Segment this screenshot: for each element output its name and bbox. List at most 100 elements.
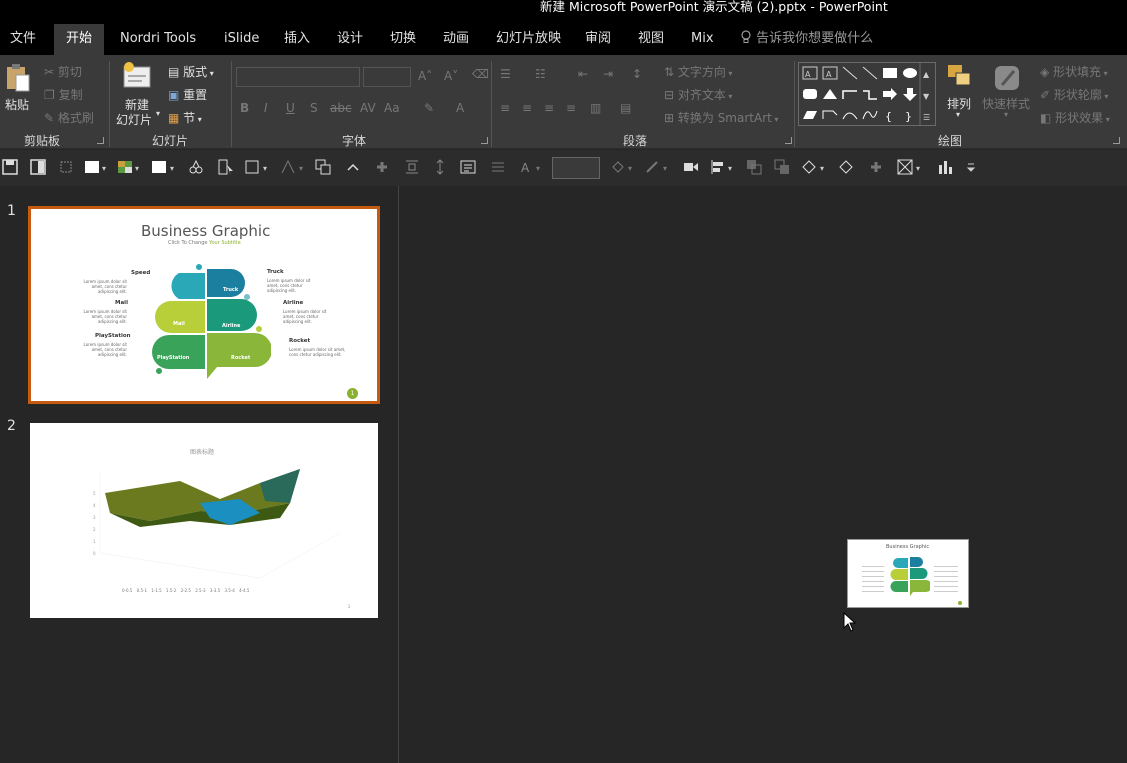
bring-forward-icon[interactable] xyxy=(746,159,762,175)
align-objects-icon[interactable]: ▾ xyxy=(710,159,738,175)
slide-editing-canvas[interactable]: Business Graphic xyxy=(400,186,1127,763)
video-icon[interactable] xyxy=(683,159,699,175)
section-button[interactable]: ▦ 节 ▾ xyxy=(168,109,202,126)
shape-outline-label: 形状轮廓 xyxy=(1053,88,1102,102)
collapse-up-icon[interactable] xyxy=(345,159,361,175)
tab-slideshow[interactable]: 幻灯片放映 xyxy=(496,24,561,55)
outline-quick-icon[interactable]: ▾ xyxy=(645,159,673,175)
tab-mix[interactable]: Mix xyxy=(691,24,714,55)
eyedropper-icon[interactable] xyxy=(188,159,204,175)
crop-icon[interactable] xyxy=(58,159,74,175)
select-pane-icon[interactable] xyxy=(218,159,234,175)
quick-styles-button[interactable]: 快速样式 ▾ xyxy=(982,63,1036,127)
change-case-icon[interactable]: Aa xyxy=(384,101,400,115)
clear-format-icon[interactable]: ⌫ xyxy=(472,67,489,81)
picture-effects-icon[interactable]: ▾ xyxy=(897,159,927,175)
cut-button[interactable]: ✂ 剪切 xyxy=(44,63,82,80)
align-text-button[interactable]: ⊟ 对齐文本 ▾ xyxy=(664,86,732,103)
font-color-quick-icon[interactable]: A ▾ xyxy=(520,159,546,175)
tab-view[interactable]: 视图 xyxy=(638,24,664,55)
align-left-icon[interactable]: ≡ xyxy=(500,101,510,115)
paragraph-launcher-icon[interactable] xyxy=(785,137,792,144)
tab-home[interactable]: 开始 xyxy=(54,24,105,55)
shape-outline-button[interactable]: ✐ 形状轮廓 ▾ xyxy=(1040,86,1108,103)
shapes-gallery[interactable]: A A { } ▲ ▼ ☰ xyxy=(798,62,936,126)
align-center-icon[interactable]: ≡ xyxy=(522,101,532,115)
copy-button[interactable]: ❐ 复制 xyxy=(44,86,83,103)
font-launcher-icon[interactable] xyxy=(481,137,488,144)
font-name-select[interactable] xyxy=(236,67,360,87)
align-quick-icon[interactable]: ▾ xyxy=(280,159,308,175)
shape-fill-button[interactable]: ◈ 形状填充 ▾ xyxy=(1040,63,1108,80)
paste-button[interactable]: 粘贴 xyxy=(4,63,34,123)
dragged-slide-preview[interactable]: Business Graphic xyxy=(847,539,969,608)
strikethrough-icon[interactable]: abc xyxy=(330,101,352,115)
slide-thumbnail-2[interactable]: 图表标题 0 1 2 3 4 5 0-0.5 0.5-1 1-1.5 1.5-2 2-2.… xyxy=(30,423,378,618)
shape-fill-quick-icon[interactable]: ▾ xyxy=(84,159,110,175)
dropdown-arrow-icon: ▾ xyxy=(956,110,961,119)
distribute-vertical-icon[interactable] xyxy=(404,159,420,175)
new-slide-button[interactable]: 新建 幻灯片 ▾ xyxy=(116,61,162,127)
dropdown-arrow-icon: ▾ xyxy=(1103,115,1110,124)
numbering-icon[interactable]: ☷ xyxy=(535,67,546,81)
highlight-icon[interactable]: ✎ xyxy=(424,101,434,115)
arrange-button[interactable]: 排列 ▾ xyxy=(942,63,978,127)
merge-shapes-icon[interactable]: ▾ xyxy=(800,159,830,175)
align-right-icon[interactable]: ≡ xyxy=(544,101,554,115)
color-fill-quick-icon[interactable]: ▾ xyxy=(117,159,143,175)
distributed-icon[interactable]: ▥ xyxy=(590,101,601,115)
font-size-select[interactable] xyxy=(363,67,411,87)
font-color-icon[interactable]: A xyxy=(456,101,464,115)
italic-icon[interactable]: I xyxy=(264,101,268,115)
justify-icon[interactable]: ≡ xyxy=(566,101,576,115)
decrease-indent-icon[interactable]: ⇤ xyxy=(578,67,588,81)
char-spacing-icon[interactable]: AV xyxy=(360,101,376,115)
puzzle-disabled-icon[interactable] xyxy=(868,159,884,175)
tab-design[interactable]: 设计 xyxy=(337,24,363,55)
underline-icon[interactable]: U xyxy=(286,101,295,115)
shadow-icon[interactable]: S xyxy=(310,101,318,115)
font-shrink-icon[interactable]: A˅ xyxy=(444,69,458,83)
line-spacing-icon[interactable]: ↕ xyxy=(632,67,642,81)
reset-button[interactable]: ▣ 重置 xyxy=(168,86,207,103)
send-backward-icon[interactable] xyxy=(774,159,790,175)
font-grow-icon[interactable]: A˄ xyxy=(418,69,432,83)
tab-transitions[interactable]: 切换 xyxy=(390,24,416,55)
columns-icon[interactable]: ▤ xyxy=(620,101,631,115)
slide-thumbnail-1[interactable]: Business Graphic Click To Change Your Su… xyxy=(28,206,380,404)
layout-view-icon[interactable] xyxy=(30,159,46,175)
align-text-quick-icon[interactable] xyxy=(490,159,506,175)
tab-animations[interactable]: 动画 xyxy=(443,24,469,55)
tab-nordri-tools[interactable]: Nordri Tools xyxy=(120,24,196,55)
chart-icon[interactable] xyxy=(937,159,953,175)
drawing-launcher-icon[interactable] xyxy=(1113,137,1120,144)
bullets-icon[interactable]: ☰ xyxy=(500,67,511,81)
leaf-label-truck: Truck xyxy=(223,287,239,293)
text-box-icon[interactable] xyxy=(460,159,476,175)
tab-review[interactable]: 审阅 xyxy=(585,24,611,55)
vertical-spacing-icon[interactable] xyxy=(432,159,448,175)
preview-text-lines xyxy=(934,562,958,592)
smartart-button[interactable]: ⊞ 转换为 SmartArt ▾ xyxy=(664,109,778,126)
clipboard-launcher-icon[interactable] xyxy=(97,137,104,144)
group-objects-icon[interactable] xyxy=(315,159,331,175)
increase-indent-icon[interactable]: ⇥ xyxy=(603,67,613,81)
fill-bucket-quick-icon[interactable]: ▾ xyxy=(610,159,638,175)
size-icon[interactable]: ▾ xyxy=(244,159,272,175)
dropdown-arrow-icon: ▾ xyxy=(1004,110,1009,119)
text-direction-button[interactable]: ⇅ 文字方向 ▾ xyxy=(664,63,732,80)
puzzle-icon[interactable] xyxy=(374,159,390,175)
shape-effects-button[interactable]: ◧ 形状效果 ▾ xyxy=(1040,109,1110,126)
format-painter-button[interactable]: ✎ 格式刷 xyxy=(44,109,94,126)
text-box-quick-icon[interactable]: ▾ xyxy=(151,159,179,175)
tab-file[interactable]: 文件 xyxy=(10,24,36,55)
save-icon[interactable] xyxy=(2,159,18,175)
customize-qat-icon[interactable] xyxy=(966,159,976,175)
tab-islide[interactable]: iSlide xyxy=(224,24,259,55)
edit-shape-icon[interactable] xyxy=(838,159,854,175)
tell-me-box[interactable]: 告诉我你想要做什么 xyxy=(740,24,873,55)
tab-insert[interactable]: 插入 xyxy=(284,24,310,55)
layout-button[interactable]: ▤ 版式 ▾ xyxy=(168,63,214,80)
font-size-quick-input[interactable] xyxy=(552,157,600,179)
bold-icon[interactable]: B xyxy=(240,101,249,115)
